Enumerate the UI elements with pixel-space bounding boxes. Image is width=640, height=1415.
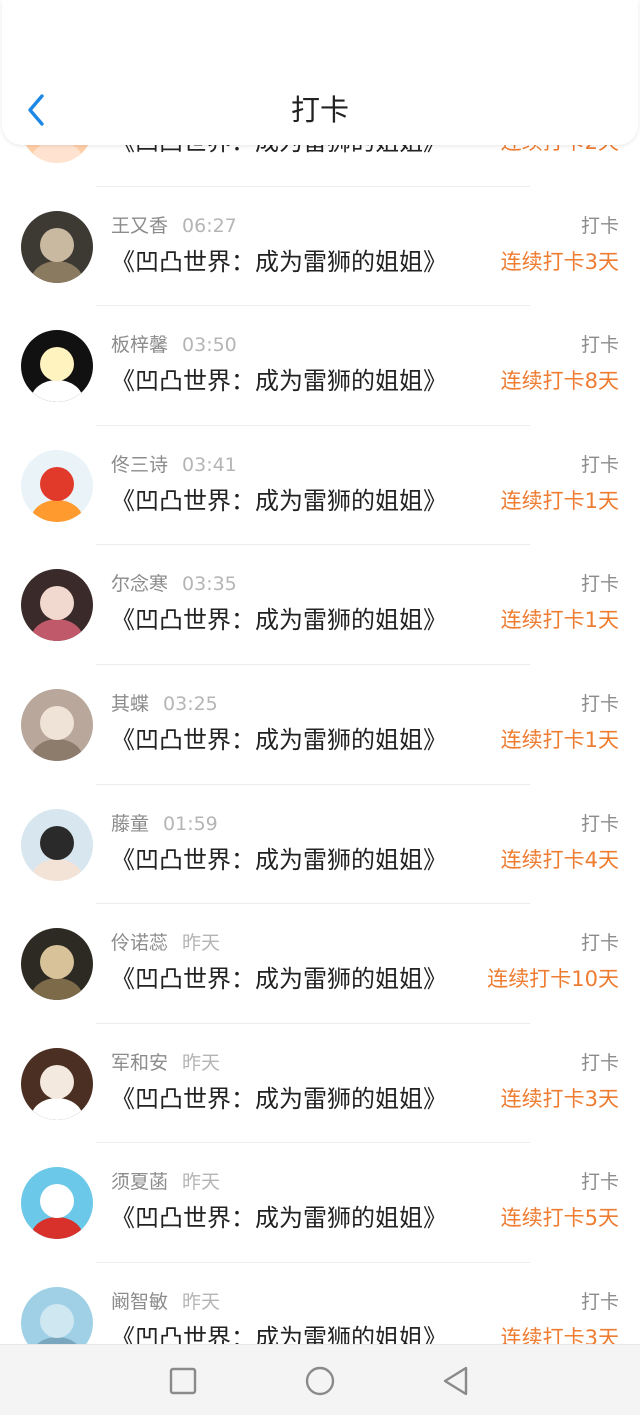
book-title[interactable]: 《凹凸世界：成为雷狮的姐姐》 [111,603,447,637]
checkin-time: 昨天 [182,1290,221,1313]
list-item[interactable]: 佟三诗 03:41 《凹凸世界：成为雷狮的姐姐》 打卡连续打卡1天 [0,426,640,546]
user-name[interactable]: 伶诺蕊 [111,932,168,954]
book-title[interactable]: 《凹凸世界：成为雷狮的姐姐》 [111,1082,447,1116]
user-meta: 阚智敏 昨天 [111,1289,220,1315]
avatar-image [21,808,93,881]
user-meta: 佟三诗 03:41 [111,452,237,478]
list-item[interactable]: 尔念寒 03:35 《凹凸世界：成为雷狮的姐姐》 打卡连续打卡1天 [0,545,640,665]
checkin-time: 06:27 [182,214,237,237]
user-meta: 尔念寒 03:35 [111,571,237,597]
user-name[interactable]: 阚智敏 [111,1291,168,1313]
streak-label: 连续打卡3天 [500,1086,619,1111]
avatar[interactable] [21,688,93,761]
list-item[interactable]: 藤童 01:59 《凹凸世界：成为雷狮的姐姐》 打卡连续打卡4天 [0,785,640,905]
book-title[interactable]: 《凹凸世界：成为雷狮的姐姐》 [111,1201,447,1235]
avatar-image [21,210,93,283]
checkin-action-label: 打卡 [580,1051,619,1074]
checkin-time: 03:25 [163,692,218,715]
top-bar: 打卡 [2,0,638,145]
book-title[interactable]: 《凹凸世界：成为雷狮的姐姐》 [111,962,447,996]
book-title[interactable]: 《凹凸世界：成为雷狮的姐姐》 [111,723,447,757]
avatar[interactable] [21,808,93,881]
checkin-action-label: 打卡 [580,453,619,476]
checkin-action-label: 打卡 [580,692,619,715]
list-item[interactable]: 其蝶 03:25 《凹凸世界：成为雷狮的姐姐》 打卡连续打卡1天 [0,665,640,785]
recent-apps-button[interactable] [161,1359,205,1403]
list-item[interactable]: 军和安 昨天《凹凸世界：成为雷狮的姐姐》 打卡连续打卡3天 [0,1024,640,1144]
streak-label: 连续打卡1天 [500,488,619,513]
avatar[interactable] [21,1047,93,1120]
user-meta: 藤童 01:59 [111,811,218,837]
user-name[interactable]: 板梓馨 [111,334,168,356]
avatar-image [21,569,93,642]
avatar-image [21,688,93,761]
checkin-action-label: 打卡 [580,812,619,835]
avatar[interactable] [21,569,93,642]
streak-label: 连续打卡1天 [500,608,619,633]
checkin-list: 《凹凸世界：成为雷狮的姐姐》打卡连续打卡2天王又香06:27《凹凸世界：成为雷狮… [0,67,640,1383]
user-name[interactable]: 其蝶 [111,693,149,715]
avatar[interactable] [21,210,93,283]
list-item[interactable]: 王又香 06:27 《凹凸世界：成为雷狮的姐姐》 打卡连续打卡3天 [0,187,640,307]
avatar-image [21,1047,93,1120]
user-meta: 伶诺蕊 昨天 [111,930,220,956]
checkin-time: 昨天 [182,1051,221,1074]
avatar-image [21,330,93,403]
page-title: 打卡 [290,93,349,127]
avatar[interactable] [21,330,93,403]
streak-label: 连续打卡5天 [500,1206,619,1231]
system-nav-bar [0,1344,640,1415]
streak-label: 连续打卡10天 [487,967,619,992]
checkin-action-label: 打卡 [580,334,619,357]
home-button[interactable] [298,1359,342,1403]
system-back-button[interactable] [434,1359,478,1403]
checkin-screen: 《凹凸世界：成为雷狮的姐姐》打卡连续打卡2天王又香06:27《凹凸世界：成为雷狮… [0,0,640,1415]
checkin-action-label: 打卡 [580,932,619,955]
streak-label: 连续打卡4天 [500,847,619,872]
list-item[interactable]: 伶诺蕊 昨天《凹凸世界：成为雷狮的姐姐》 打卡连续打卡10天 [0,904,640,1024]
checkin-time: 昨天 [182,1171,221,1194]
avatar[interactable] [21,928,93,1001]
checkin-action-label: 打卡 [580,1171,619,1194]
list-item[interactable]: 须夏菡 昨天《凹凸世界：成为雷狮的姐姐》 打卡连续打卡5天 [0,1143,640,1263]
list-item[interactable]: 板梓馨 03:50 《凹凸世界：成为雷狮的姐姐》 打卡连续打卡8天 [0,306,640,426]
circle-icon [305,1366,335,1396]
avatar-image [21,928,93,1001]
streak-label: 连续打卡3天 [500,249,619,274]
square-icon [169,1367,197,1395]
streak-label: 连续打卡1天 [500,727,619,752]
user-meta: 军和安 昨天 [111,1050,220,1076]
avatar-image [21,449,93,522]
book-title[interactable]: 《凹凸世界：成为雷狮的姐姐》 [111,245,447,279]
checkin-time: 03:41 [182,453,237,476]
checkin-action-label: 打卡 [580,1290,619,1313]
user-name[interactable]: 尔念寒 [111,573,168,595]
checkin-action-label: 打卡 [580,573,619,596]
user-name[interactable]: 佟三诗 [111,454,168,476]
user-name[interactable]: 军和安 [111,1052,168,1074]
user-meta: 王又香 06:27 [111,213,237,239]
streak-label: 连续打卡8天 [500,369,619,394]
user-meta: 板梓馨 03:50 [111,332,237,358]
book-title[interactable]: 《凹凸世界：成为雷狮的姐姐》 [111,364,447,398]
checkin-action-label: 打卡 [580,214,619,237]
checkin-time: 01:59 [163,812,218,835]
user-meta: 须夏菡 昨天 [111,1169,220,1195]
user-name[interactable]: 王又香 [111,215,168,237]
book-title[interactable]: 《凹凸世界：成为雷狮的姐姐》 [111,843,447,877]
avatar[interactable] [21,1167,93,1240]
user-meta: 其蝶 03:25 [111,691,218,717]
triangle-back-icon [443,1366,468,1396]
user-name[interactable]: 须夏菡 [111,1171,168,1193]
avatar[interactable] [21,449,93,522]
avatar-image [21,1167,93,1240]
checkin-time: 03:50 [182,334,237,357]
user-name[interactable]: 藤童 [111,813,149,835]
checkin-time: 03:35 [182,573,237,596]
book-title[interactable]: 《凹凸世界：成为雷狮的姐姐》 [111,484,447,518]
checkin-time: 昨天 [182,932,221,955]
